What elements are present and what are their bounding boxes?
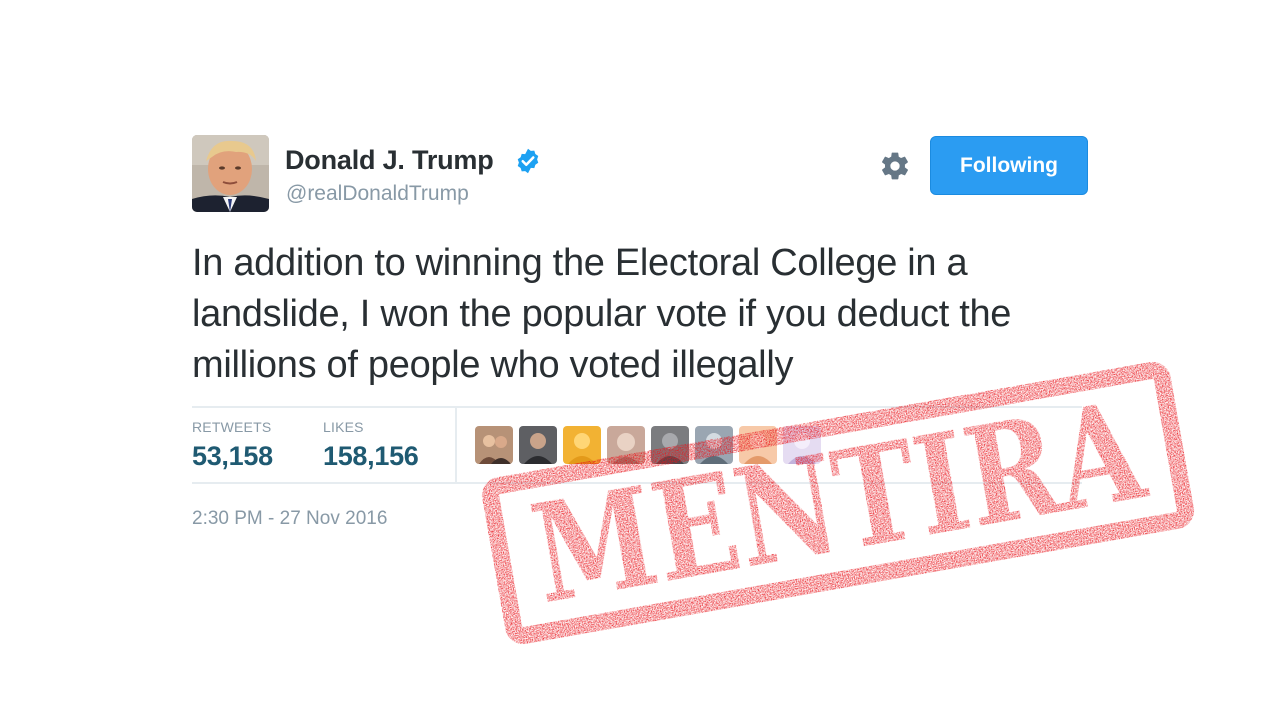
stamp-border	[482, 362, 1194, 644]
avatar-portrait	[192, 135, 269, 212]
likes-stat[interactable]: LIKES 158,156	[323, 419, 419, 472]
stats-vertical-divider	[455, 408, 457, 482]
stats-bottom-divider	[192, 482, 1082, 484]
stats-top-divider	[192, 406, 1082, 408]
tweet-text: In addition to winning the Electoral Col…	[192, 242, 1012, 386]
gear-icon[interactable]	[879, 150, 911, 182]
following-button[interactable]: Following	[930, 136, 1088, 195]
likes-label: LIKES	[323, 419, 364, 435]
avatar[interactable]	[192, 135, 269, 212]
liker-avatar[interactable]	[783, 426, 821, 464]
liker-avatars	[475, 426, 821, 464]
liker-avatar[interactable]	[475, 426, 513, 464]
display-name[interactable]: Donald J. Trump	[285, 145, 494, 176]
liker-avatar[interactable]	[651, 426, 689, 464]
tweet-timestamp[interactable]: 2:30 PM - 27 Nov 2016	[192, 508, 387, 530]
liker-avatar[interactable]	[519, 426, 557, 464]
liker-avatar[interactable]	[607, 426, 645, 464]
liker-avatar[interactable]	[739, 426, 777, 464]
stamp-text: MENTIRA	[521, 370, 1156, 635]
liker-avatar[interactable]	[695, 426, 733, 464]
liker-avatar[interactable]	[563, 426, 601, 464]
user-handle[interactable]: @realDonaldTrump	[286, 182, 469, 206]
retweets-count: 53,158	[192, 441, 273, 471]
likes-count: 158,156	[323, 441, 419, 471]
verified-badge-icon	[517, 148, 539, 174]
retweets-stat[interactable]: RETWEETS 53,158	[192, 419, 273, 472]
retweets-label: RETWEETS	[192, 419, 272, 435]
tweet-card: Donald J. Trump @realDonaldTrump Followi…	[0, 0, 1280, 720]
